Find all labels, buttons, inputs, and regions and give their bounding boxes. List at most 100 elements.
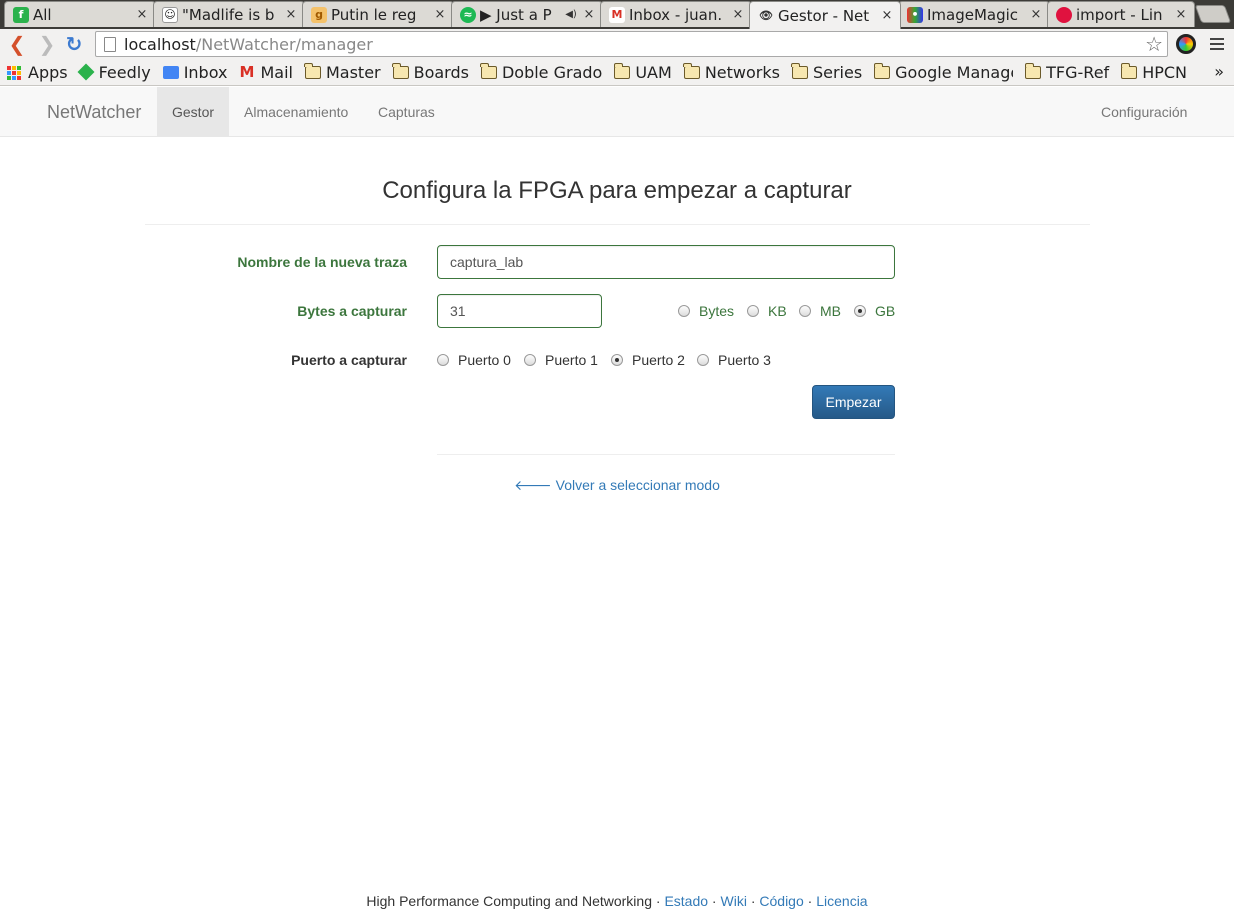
bookmark-folder[interactable]: Master (304, 62, 381, 82)
bytes-input[interactable]: 31 (437, 294, 602, 328)
close-icon[interactable]: × (284, 7, 298, 22)
eye-icon: 👁 (759, 9, 773, 22)
folder-icon (1120, 62, 1138, 79)
nav-item-almacenamiento[interactable]: Almacenamiento (229, 87, 363, 137)
radio-label: KB (768, 303, 787, 319)
tab-title: All (33, 5, 52, 24)
bookmarks-overflow-button[interactable]: » (1214, 62, 1224, 81)
bookmark-folder[interactable]: Boards (392, 62, 469, 82)
speaker-icon[interactable]: ◀) (564, 9, 578, 20)
bookmark-label: HPCN (1142, 62, 1188, 82)
bookmark-folder[interactable]: TFG-Ref (1024, 62, 1109, 82)
tab-title: import - Lin (1076, 5, 1163, 24)
back-button[interactable]: ❮ (6, 33, 28, 56)
footer-link-codigo[interactable]: Código (759, 893, 803, 909)
inbox-icon (162, 65, 179, 79)
back-link-label: Volver a seleccionar modo (555, 477, 720, 493)
port-radio-1[interactable]: Puerto 1 (524, 352, 598, 368)
radio-button[interactable] (799, 305, 811, 317)
close-icon[interactable]: × (1029, 7, 1043, 22)
bookmark-mail[interactable]: M Mail (239, 63, 293, 82)
close-icon[interactable]: × (433, 7, 447, 22)
unit-radio-gb[interactable]: GB (854, 303, 895, 319)
bookmark-folder[interactable]: Networks (683, 62, 780, 82)
unit-radio-mb[interactable]: MB (799, 303, 841, 319)
browser-tab[interactable]: import - Lin × (1047, 1, 1195, 27)
bookmark-label: Inbox (183, 62, 228, 82)
menu-icon[interactable] (1209, 36, 1225, 52)
bookmark-folder[interactable]: Series (791, 62, 862, 82)
imagemagick-icon: • (907, 6, 923, 23)
unit-radio-bytes[interactable]: Bytes (678, 303, 734, 319)
folder-icon (304, 62, 321, 79)
browser-tab[interactable]: ≈ ▶ Just a P ◀) × (451, 1, 603, 27)
nav-item-configuracion[interactable]: Configuración (1086, 87, 1202, 137)
radio-button-checked[interactable] (854, 305, 866, 317)
close-icon[interactable]: × (880, 8, 894, 23)
new-tab-button[interactable] (1194, 5, 1232, 23)
browser-tab[interactable]: f All × (4, 1, 156, 27)
start-button[interactable]: Empezar (812, 385, 895, 419)
radio-button[interactable] (524, 354, 536, 366)
forward-button[interactable]: ❯ (36, 33, 58, 56)
feedly-icon (77, 63, 95, 81)
radio-label: Bytes (699, 303, 735, 319)
footer-link-wiki[interactable]: Wiki (721, 893, 747, 909)
address-bar[interactable]: localhost/NetWatcher/manager ☆ (95, 31, 1168, 57)
close-icon[interactable]: × (135, 7, 149, 22)
bookmarks-bar: Apps Feedly Inbox M Mail Master Boards D… (0, 59, 1234, 86)
bookmark-feedly[interactable]: Feedly (77, 63, 151, 82)
footer-link-licencia[interactable]: Licencia (816, 893, 867, 909)
trace-name-label: Nombre de la nueva traza (237, 254, 407, 270)
unit-radio-kb[interactable]: KB (747, 303, 787, 319)
reload-button[interactable]: ↻ (63, 33, 85, 56)
browser-tab[interactable]: g Putin le reg × (302, 1, 454, 27)
bookmark-folder[interactable]: Google Manage (873, 62, 1013, 82)
folder-icon (392, 62, 409, 79)
radio-label: MB (820, 303, 841, 319)
close-icon[interactable]: × (731, 7, 745, 22)
radio-button[interactable] (697, 354, 709, 366)
browser-tab[interactable]: • ImageMagic × (898, 1, 1050, 27)
radio-button[interactable] (747, 305, 759, 317)
port-radio-0[interactable]: Puerto 0 (437, 352, 511, 368)
url-host: localhost (124, 34, 196, 54)
nav-item-gestor[interactable]: Gestor (157, 87, 230, 137)
browser-tab[interactable]: M Inbox - juan. × (600, 1, 752, 27)
folder-icon (683, 62, 700, 79)
ubuntu-icon (1056, 6, 1072, 23)
tab-title: "Madlife is b (182, 5, 275, 24)
bookmark-inbox[interactable]: Inbox (162, 62, 228, 82)
close-icon[interactable]: × (582, 7, 596, 22)
trace-name-input[interactable]: captura_lab (437, 245, 895, 279)
tab-title: Putin le reg (331, 5, 417, 24)
bookmark-folder[interactable]: HPCN (1120, 62, 1188, 82)
back-link[interactable]: 🡐 Volver a seleccionar modo (0, 477, 1234, 494)
close-icon[interactable]: × (1174, 7, 1188, 22)
radio-label: GB (875, 303, 896, 319)
app-navbar: NetWatcher Gestor Almacenamiento Captura… (0, 87, 1234, 137)
gmail-icon: M (609, 6, 625, 23)
extension-icon[interactable] (1176, 34, 1196, 54)
bookmark-apps[interactable]: Apps (7, 63, 68, 82)
page-icon (104, 36, 116, 52)
arrow-left-icon: 🡐 (514, 477, 552, 493)
port-radio-3[interactable]: Puerto 3 (697, 352, 771, 368)
port-label: Puerto a capturar (291, 352, 407, 368)
footer-link-estado[interactable]: Estado (664, 893, 708, 909)
brand-link[interactable]: NetWatcher (47, 102, 141, 123)
port-radio-2[interactable]: Puerto 2 (611, 352, 685, 368)
bytes-label: Bytes a capturar (297, 303, 407, 319)
bookmark-folder[interactable]: Doble Grado (480, 62, 602, 82)
browser-tab[interactable]: ☺ "Madlife is b × (153, 1, 305, 27)
radio-button[interactable] (437, 354, 449, 366)
bookmark-label: Boards (413, 62, 469, 82)
browser-tab-active[interactable]: 👁 Gestor - Net × (749, 1, 901, 29)
bookmark-star-icon[interactable]: ☆ (1145, 32, 1163, 56)
bookmark-label: Networks (704, 62, 780, 82)
nav-item-capturas[interactable]: Capturas (363, 87, 450, 137)
bookmark-folder[interactable]: UAM (613, 62, 672, 82)
radio-button-checked[interactable] (611, 354, 623, 366)
tab-title: ImageMagic (927, 5, 1019, 24)
radio-button[interactable] (678, 305, 690, 317)
